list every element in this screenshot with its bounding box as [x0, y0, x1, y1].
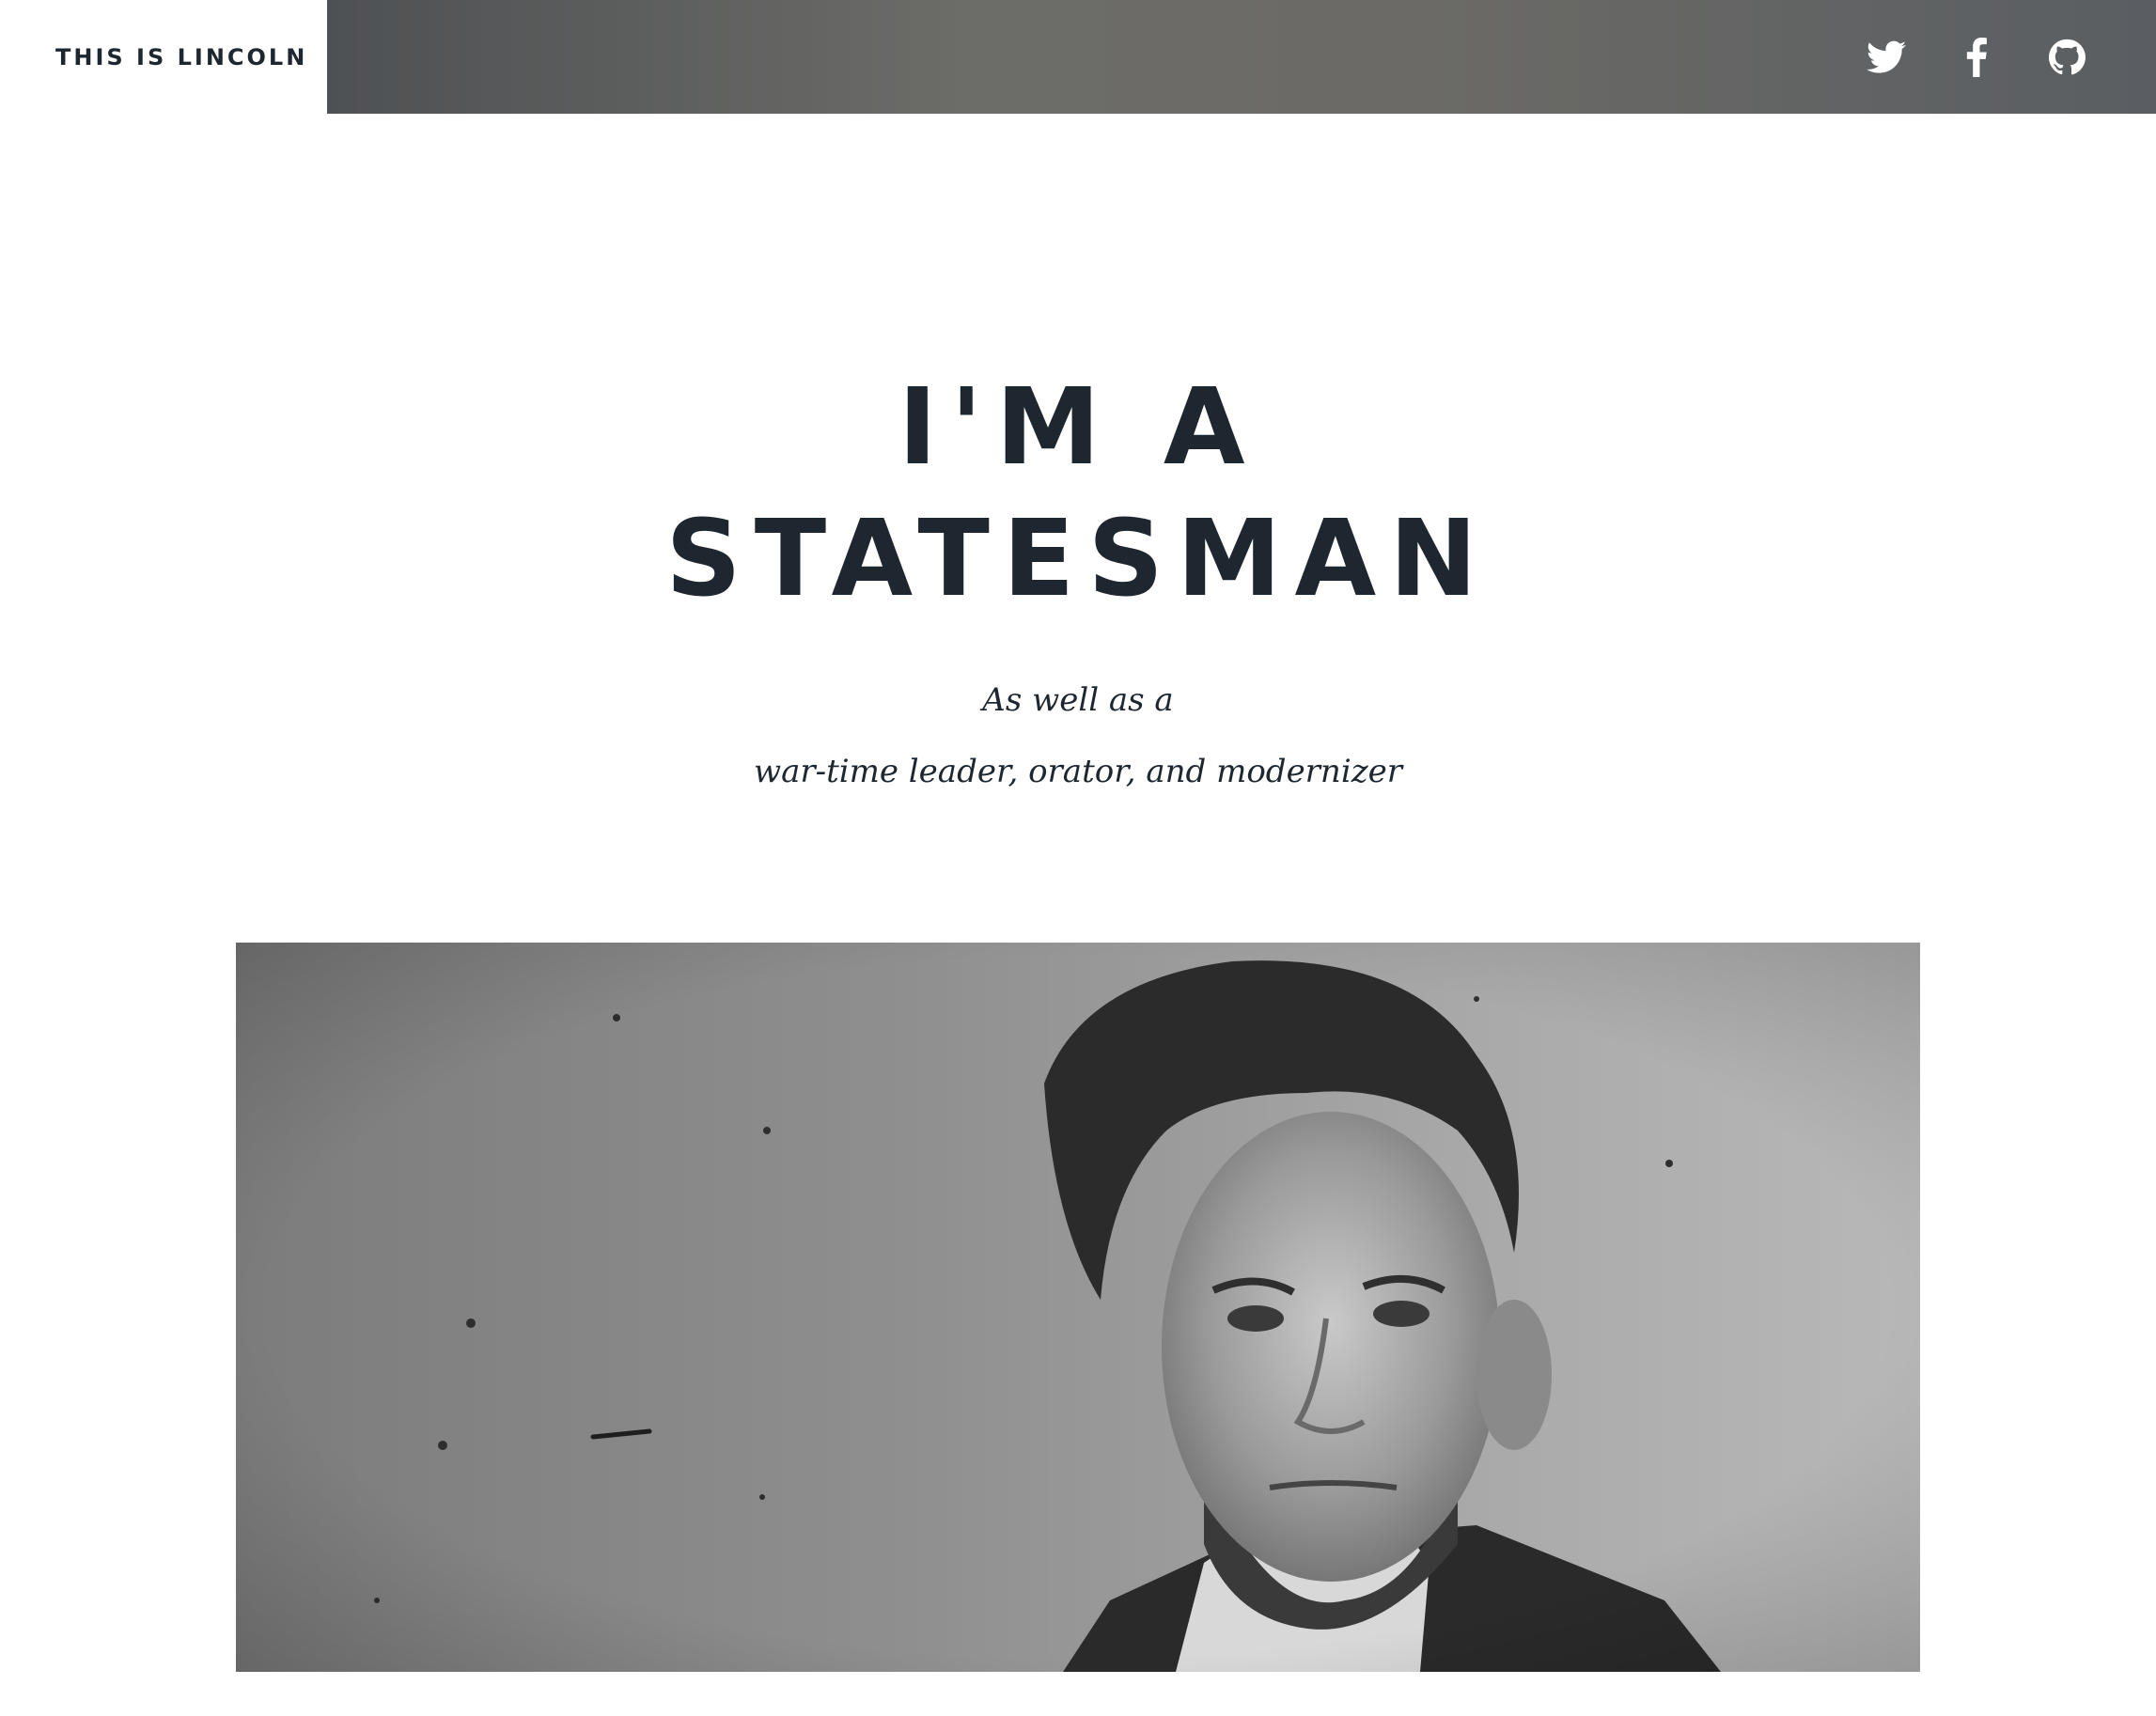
facebook-icon[interactable] — [1955, 36, 1998, 79]
brand-name[interactable]: THIS IS LINCOLN — [55, 44, 307, 70]
page-title: I'M A STATESMAN — [0, 114, 2156, 625]
headline-line-1: I'M A — [898, 367, 1258, 489]
headline-line-2: STATESMAN — [665, 498, 1491, 620]
subtitle-line-1: As well as a — [982, 681, 1174, 719]
hero-section: I'M A STATESMAN As well as a war-time le… — [0, 114, 2156, 795]
subtitle-line-2: war-time leader, orator, and modernizer — [753, 753, 1402, 790]
twitter-icon[interactable] — [1865, 36, 1908, 79]
lincoln-portrait-image — [236, 943, 1920, 1672]
top-navigation: THIS IS LINCOLN — [0, 0, 2156, 114]
brand[interactable]: THIS IS LINCOLN — [0, 0, 327, 114]
header-banner-image — [327, 0, 2156, 114]
github-icon[interactable] — [2045, 36, 2088, 79]
